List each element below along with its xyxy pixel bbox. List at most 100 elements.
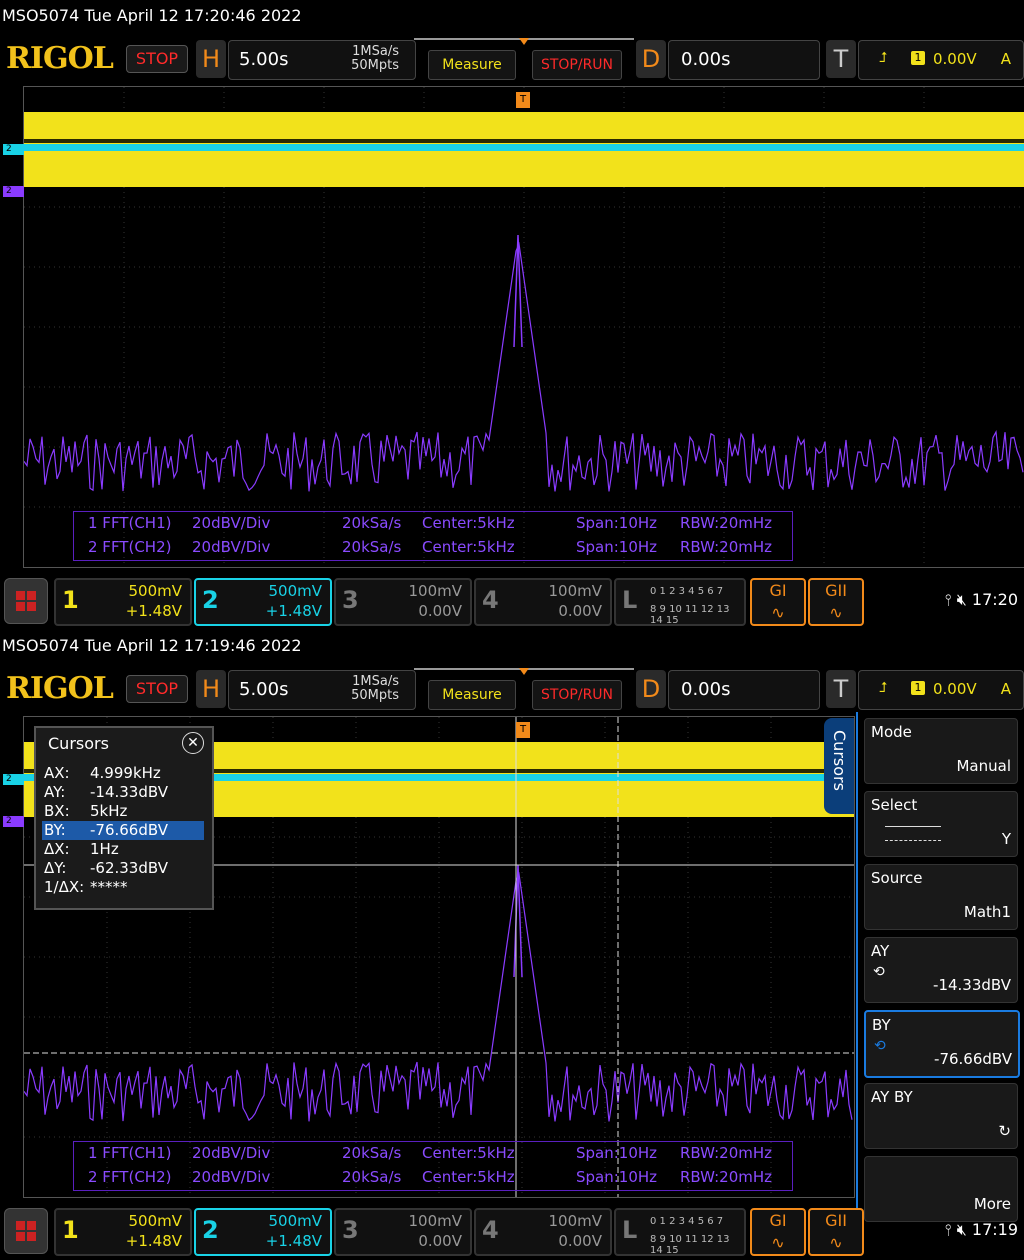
horizontal-box[interactable]: 5.00s 1MSa/s 50Mpts — [228, 670, 416, 710]
select-line-icon — [885, 826, 941, 827]
cursor-readout-key: ΔX: — [44, 840, 70, 858]
generator-2-label: GII — [825, 581, 847, 600]
trigger-letter[interactable]: T — [826, 670, 856, 708]
logic-row-2: 8 9 10 11 12 13 14 15 — [650, 604, 730, 626]
generator-1-label: GI — [769, 581, 787, 600]
cursor-readout-key: ΔY: — [44, 859, 67, 877]
horizontal-letter[interactable]: H — [196, 670, 226, 708]
menu-icon[interactable] — [4, 1208, 48, 1254]
cursor-readout-row: ΔX: 1Hz — [42, 840, 204, 859]
cursor-readout-row: AY: -14.33dBV — [42, 783, 204, 802]
channel-2-offset: +1.48V — [265, 602, 322, 620]
cursor-readout-row: 1/ΔX: ***** — [42, 878, 204, 897]
channel-2-num: 2 — [202, 586, 219, 614]
trigger-mode: A — [1000, 50, 1011, 68]
generator-2-button[interactable]: GII ∿ — [808, 1208, 864, 1256]
channel-4-offset: 0.00V — [558, 1232, 602, 1250]
side-menu-item-label: AY — [871, 942, 890, 960]
generator-2-button[interactable]: GII ∿ — [808, 578, 864, 626]
header-bar: RIGOL STOP H 5.00s 1MSa/s 50Mpts Measure… — [0, 36, 1024, 84]
trigger-box[interactable]: ⮥ 1 0.00V A — [858, 40, 1024, 80]
run-status-badge[interactable]: STOP — [126, 675, 188, 703]
sine-icon: ∿ — [771, 603, 785, 622]
channel-3-box[interactable]: 3 100mV 0.00V — [334, 1208, 472, 1256]
mute-icon[interactable]: 🔇︎ — [957, 1220, 967, 1239]
sample-rate: 1MSa/s — [352, 44, 399, 59]
measure-button[interactable]: Measure — [428, 50, 516, 80]
cursor-readout-value: 4.999kHz — [90, 764, 161, 782]
delay-letter[interactable]: D — [636, 40, 666, 78]
channel-bar: 1 500mV +1.48V 2 500mV +1.48V 3 100mV 0.… — [0, 574, 1024, 626]
trigger-level: 0.00V — [933, 680, 977, 698]
trigger-box[interactable]: ⮥ 1 0.00V A — [858, 670, 1024, 710]
horizontal-letter[interactable]: H — [196, 40, 226, 78]
clock-time: 17:19 — [971, 1220, 1018, 1239]
cursor-readout-row: BY: -76.66dBV — [42, 821, 204, 840]
channel-1-box[interactable]: 1 500mV +1.48V — [54, 578, 192, 626]
generator-1-button[interactable]: GI ∿ — [750, 1208, 806, 1256]
fft1-label: 1 FFT(CH1) — [88, 514, 172, 532]
side-menu-item[interactable]: BY -76.66dBV ⟲ — [864, 1010, 1020, 1078]
close-icon[interactable]: ✕ — [182, 732, 204, 754]
timebase-value: 5.00s — [239, 679, 289, 700]
side-menu-tab[interactable]: Cursors — [824, 718, 854, 814]
fft2-rate: 20kSa/s — [342, 1168, 402, 1186]
trigger-position-bar — [414, 668, 634, 680]
channel-1-num: 1 — [62, 586, 79, 614]
logic-row-1: 0 1 2 3 4 5 6 7 — [650, 1216, 724, 1227]
channel-bar: 1 500mV +1.48V 2 500mV +1.48V 3 100mV 0.… — [0, 1204, 1024, 1256]
generator-1-button[interactable]: GI ∿ — [750, 578, 806, 626]
stop-run-button[interactable]: STOP/RUN — [532, 680, 622, 710]
fft2-scale: 20dBV/Div — [192, 538, 271, 556]
side-menu-item[interactable]: Source Math1 — [864, 864, 1018, 930]
fft-peak — [513, 864, 523, 978]
waveform-grid[interactable] — [23, 86, 1024, 568]
horizontal-box[interactable]: 5.00s 1MSa/s 50Mpts — [228, 40, 416, 80]
rigol-logo: RIGOL — [6, 41, 114, 76]
knob-icon: ⟲ — [874, 1038, 886, 1054]
cursor-readout-key: BX: — [44, 802, 70, 820]
side-menu-item[interactable]: AY -14.33dBV ⟲ — [864, 937, 1018, 1003]
fft2-span: Span:10Hz — [576, 1168, 658, 1186]
side-menu-item[interactable]: AY BY ↻ — [864, 1083, 1018, 1149]
status-area: ⫯ 🔇︎ 17:19 — [945, 1220, 1018, 1240]
stop-run-button[interactable]: STOP/RUN — [532, 50, 622, 80]
side-menu-item[interactable]: Mode Manual — [864, 718, 1018, 784]
delay-box[interactable]: 0.00s — [668, 40, 820, 80]
channel-3-offset: 0.00V — [418, 1232, 462, 1250]
channel-4-box[interactable]: 4 100mV 0.00V — [474, 1208, 612, 1256]
mute-icon[interactable]: 🔇︎ — [957, 590, 967, 609]
usb-icon: ⫯ — [944, 1220, 952, 1239]
channel-4-box[interactable]: 4 100mV 0.00V — [474, 578, 612, 626]
logic-analyzer-box[interactable]: L 0 1 2 3 4 5 6 7 8 9 10 11 12 13 14 15 — [614, 578, 746, 626]
trigger-level: 0.00V — [933, 50, 977, 68]
side-menu-item[interactable]: Select Y — [864, 791, 1018, 857]
cursor-readout-key: 1/ΔX: — [44, 878, 85, 896]
side-menu-item-value: ↻ — [998, 1122, 1011, 1140]
fft1-span: Span:10Hz — [576, 514, 658, 532]
channel-3-box[interactable]: 3 100mV 0.00V — [334, 578, 472, 626]
channel-2-box[interactable]: 2 500mV +1.48V — [194, 1208, 332, 1256]
channel-1-box[interactable]: 1 500mV +1.48V — [54, 1208, 192, 1256]
cursor-readout-value: -14.33dBV — [90, 783, 168, 801]
screenshot-title: MSO5074 Tue April 12 17:20:46 2022 — [2, 6, 302, 25]
channel-1-offset: +1.48V — [125, 1232, 182, 1250]
fft2-label: 2 FFT(CH2) — [88, 538, 172, 556]
fft-info-box: 1 FFT(CH1) 20dBV/Div 20kSa/s Center:5kHz… — [73, 511, 793, 561]
trigger-position-bar — [414, 38, 634, 50]
run-status-badge[interactable]: STOP — [126, 45, 188, 73]
logic-analyzer-box[interactable]: L 0 1 2 3 4 5 6 7 8 9 10 11 12 13 14 15 — [614, 1208, 746, 1256]
trigger-source: 1 — [911, 681, 925, 695]
channel-4-offset: 0.00V — [558, 602, 602, 620]
trigger-source: 1 — [911, 51, 925, 65]
fft2-label: 2 FFT(CH2) — [88, 1168, 172, 1186]
fft-trace — [24, 871, 853, 1122]
trigger-letter[interactable]: T — [826, 40, 856, 78]
cursor-readout-key: AX: — [44, 764, 70, 782]
channel-2-box[interactable]: 2 500mV +1.48V — [194, 578, 332, 626]
delay-letter[interactable]: D — [636, 670, 666, 708]
select-dashed-icon — [885, 840, 941, 841]
measure-button[interactable]: Measure — [428, 680, 516, 710]
menu-icon[interactable] — [4, 578, 48, 624]
delay-box[interactable]: 0.00s — [668, 670, 820, 710]
